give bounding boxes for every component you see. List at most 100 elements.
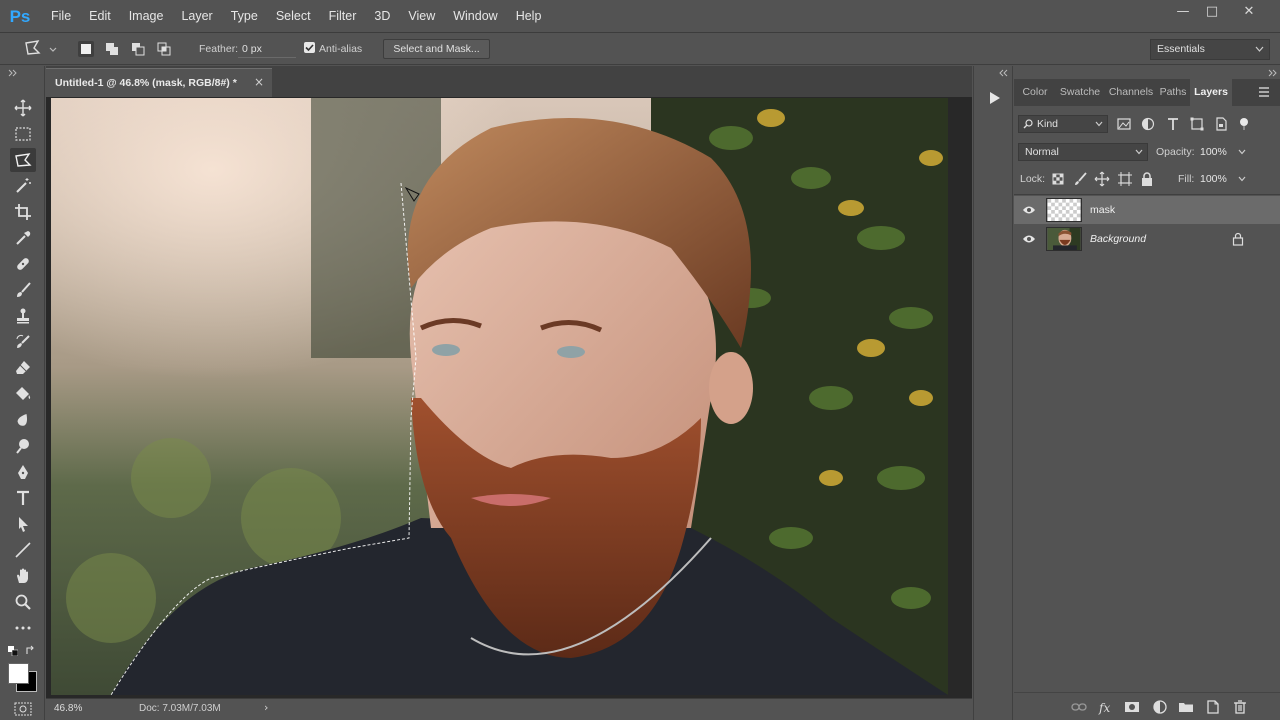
zoom-tool[interactable] [10,590,36,614]
lock-position-icon[interactable] [1094,171,1110,187]
healing-brush-tool[interactable] [10,252,36,276]
default-colors-icon[interactable] [8,646,18,656]
menu-type[interactable]: Type [222,0,267,33]
new-selection-button[interactable] [78,41,94,57]
layer-row-background[interactable]: Background [1014,225,1280,253]
more-tools-button[interactable] [10,616,36,640]
intersect-selection-button[interactable] [156,41,172,57]
tab-color[interactable]: Color [1016,79,1054,106]
document-tab[interactable]: Untitled-1 @ 46.8% (mask, RGB/8#) * × [46,68,272,97]
chevron-down-icon [1255,46,1264,52]
panel-menu-icon[interactable] [1257,85,1271,99]
canvas-area[interactable] [46,97,972,698]
new-group-icon[interactable] [1178,699,1194,715]
crop-tool[interactable] [10,200,36,224]
layer-effects-icon[interactable]: fx [1098,699,1114,715]
smart-object-filter-icon[interactable] [1213,116,1229,132]
foreground-color-swatch[interactable] [8,663,29,684]
pen-tool[interactable] [10,460,36,484]
clone-stamp-tool[interactable] [10,304,36,328]
move-tool[interactable] [10,96,36,120]
menu-layer[interactable]: Layer [172,0,221,33]
menu-help[interactable]: Help [507,0,551,33]
tab-channels[interactable]: Channels [1106,79,1156,106]
visibility-eye-icon[interactable] [1022,233,1036,245]
menu-file[interactable]: File [42,0,80,33]
line-tool[interactable] [10,538,36,562]
select-and-mask-button[interactable]: Select and Mask... [383,39,490,59]
status-menu-arrow[interactable]: › [264,701,268,714]
new-layer-icon[interactable] [1205,699,1221,715]
feather-input[interactable] [238,41,296,58]
swap-colors-icon[interactable] [25,645,36,656]
eyedropper-tool[interactable] [10,226,36,250]
filter-toggle-icon[interactable] [1236,116,1252,132]
lock-all-icon[interactable] [1139,171,1155,187]
shape-filter-icon[interactable] [1189,116,1205,132]
menu-image[interactable]: Image [120,0,173,33]
filter-kind-label: Kind [1037,118,1059,130]
expand-panels-icon[interactable] [1268,69,1278,77]
zoom-level-field[interactable]: 46.8% [54,703,82,714]
new-adjustment-layer-icon[interactable] [1152,699,1168,715]
menu-3d[interactable]: 3D [365,0,399,33]
add-to-selection-button[interactable] [104,41,120,57]
path-selection-tool[interactable] [10,512,36,536]
pixel-filter-icon[interactable] [1116,116,1132,132]
blur-tool[interactable] [10,408,36,432]
dodge-tool[interactable] [10,434,36,458]
layer-row-mask[interactable]: mask [1014,196,1280,224]
tab-layers[interactable]: Layers [1190,79,1232,106]
brush-icon [17,282,31,297]
chevron-down-icon[interactable] [1238,149,1246,155]
blend-mode-select[interactable]: Normal [1018,143,1148,161]
tab-swatches[interactable]: Swatche [1056,79,1104,106]
lock-image-pixels-icon[interactable] [1073,171,1089,187]
magic-wand-tool[interactable] [10,174,36,198]
type-filter-icon[interactable] [1165,116,1181,132]
tool-preset-picker[interactable] [22,39,60,59]
type-icon [17,490,29,505]
minimize-button[interactable]: — [1168,2,1198,22]
close-document-button[interactable]: × [254,75,264,89]
quick-mask-icon[interactable] [14,702,32,716]
document-canvas[interactable] [51,98,948,695]
chevron-down-icon[interactable] [1238,176,1246,182]
menu-edit[interactable]: Edit [80,0,120,33]
brush-tool[interactable] [10,278,36,302]
close-window-button[interactable]: ✕ [1234,2,1264,22]
add-mask-icon[interactable] [1124,699,1140,715]
options-bar: Feather: Anti-alias [0,34,1280,65]
lock-transparent-pixels-icon[interactable] [1050,171,1066,187]
visibility-eye-icon[interactable] [1022,204,1036,216]
lock-artboard-icon[interactable] [1117,171,1133,187]
antialias-checkbox[interactable] [304,42,315,53]
layer-filter-select[interactable]: Kind [1018,115,1108,133]
collapse-dock-icon[interactable] [998,69,1008,77]
actions-panel-button[interactable] [981,88,1007,114]
fill-value[interactable]: 100% [1200,173,1227,185]
eyedropper-icon [16,231,31,245]
workspace-select[interactable]: Essentials [1150,39,1270,60]
menu-view[interactable]: View [399,0,444,33]
subtract-selection-button[interactable] [130,41,146,57]
tab-paths[interactable]: Paths [1158,79,1188,106]
menu-select[interactable]: Select [267,0,320,33]
opacity-value[interactable]: 100% [1200,146,1227,158]
line-icon [15,542,31,558]
adjustment-filter-icon[interactable] [1140,116,1156,132]
lasso-tool[interactable] [10,148,36,172]
eraser-tool[interactable] [10,356,36,380]
restore-button[interactable]: □ [1197,2,1227,22]
hand-tool[interactable] [10,564,36,588]
marquee-tool[interactable] [10,122,36,146]
chevron-down-icon [1135,149,1143,155]
collapse-arrows-icon[interactable] [8,69,18,77]
paint-bucket-tool[interactable] [10,382,36,406]
link-layers-icon[interactable] [1071,699,1087,715]
menu-filter[interactable]: Filter [320,0,366,33]
trash-icon[interactable] [1232,699,1248,715]
menu-window[interactable]: Window [444,0,506,33]
type-tool[interactable] [10,486,36,510]
history-brush-tool[interactable] [10,330,36,354]
